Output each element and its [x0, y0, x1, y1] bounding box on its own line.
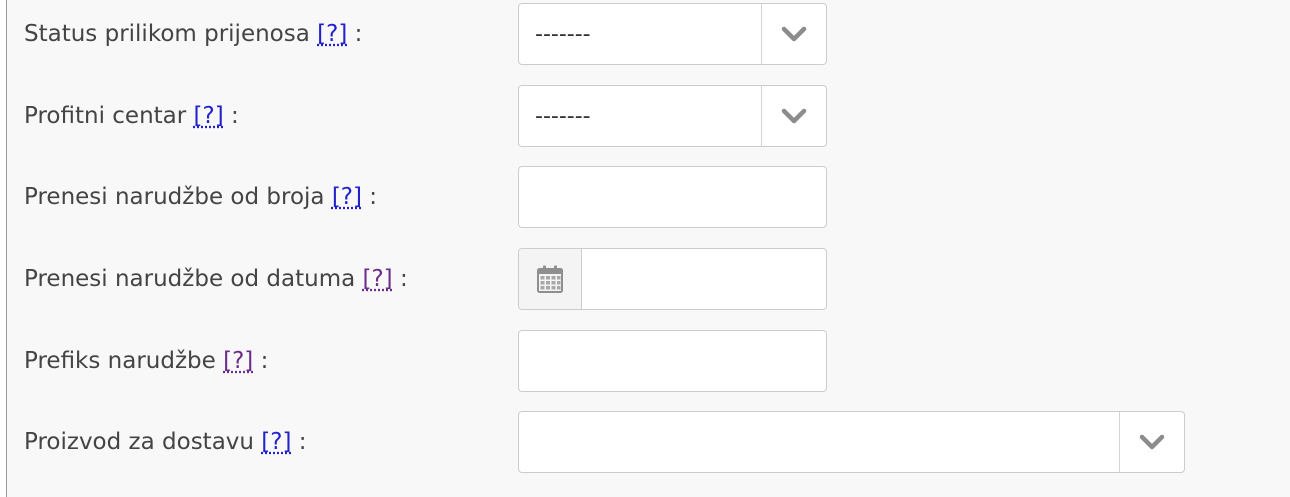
settings-form: Status prilikom prijenosa [?] : ------- …: [0, 0, 1290, 497]
from-number-input[interactable]: [518, 166, 827, 228]
help-link[interactable]: [?]: [261, 429, 291, 455]
help-link[interactable]: [?]: [332, 184, 362, 210]
label-colon: :: [399, 266, 408, 292]
profit-center-select[interactable]: -------: [518, 85, 827, 147]
label-colon: :: [354, 21, 363, 47]
form-row-profit-center: Profitni centar [?] : -------: [0, 85, 1290, 147]
order-prefix-input[interactable]: [518, 330, 827, 392]
select-toggle-button[interactable]: [761, 86, 826, 146]
field-label: Prenesi narudžbe od datuma [?] :: [24, 248, 408, 310]
transfer-status-select[interactable]: -------: [518, 3, 827, 65]
form-row-from-number: Prenesi narudžbe od broja [?] :: [0, 166, 1290, 228]
from-date-field: [518, 248, 827, 310]
field-label: Status prilikom prijenosa [?] :: [24, 3, 362, 65]
field-label-text: Profitni centar: [24, 103, 187, 129]
field-label: Prefiks narudžbe [?] :: [24, 330, 268, 392]
field-label-text: Status prilikom prijenosa: [24, 21, 310, 47]
input-value: [519, 331, 826, 391]
help-link[interactable]: [?]: [363, 266, 393, 292]
field-label-text: Proizvod za dostavu: [24, 429, 254, 455]
label-colon: :: [369, 184, 378, 210]
select-toggle-button[interactable]: [1119, 412, 1184, 472]
calendar-icon: [537, 265, 563, 293]
help-link[interactable]: [?]: [317, 21, 347, 47]
label-colon: :: [298, 429, 307, 455]
form-row-from-date: Prenesi narudžbe od datuma [?] :: [0, 248, 1290, 310]
select-value: -------: [535, 22, 591, 47]
date-picker-button[interactable]: [519, 249, 582, 309]
form-row-order-prefix: Prefiks narudžbe [?] :: [0, 330, 1290, 392]
select-value: -------: [535, 104, 591, 129]
label-colon: :: [231, 103, 239, 129]
form-row-transfer-status: Status prilikom prijenosa [?] : -------: [0, 3, 1290, 65]
field-label: Profitni centar [?] :: [24, 85, 239, 147]
input-value: [519, 167, 826, 227]
field-label: Proizvod za dostavu [?] :: [24, 411, 307, 473]
help-link[interactable]: [?]: [194, 103, 224, 129]
field-label-text: Prenesi narudžbe od datuma: [24, 266, 356, 292]
chevron-down-icon: [1139, 434, 1165, 450]
field-label-text: Prenesi narudžbe od broja: [24, 184, 325, 210]
help-link[interactable]: [?]: [223, 348, 253, 374]
field-label: Prenesi narudžbe od broja [?] :: [24, 166, 377, 228]
delivery-product-select[interactable]: [518, 411, 1185, 473]
chevron-down-icon: [781, 108, 807, 124]
label-colon: :: [260, 348, 269, 374]
chevron-down-icon: [781, 26, 807, 42]
select-toggle-button[interactable]: [761, 4, 826, 64]
field-label-text: Prefiks narudžbe: [24, 348, 216, 374]
from-date-input[interactable]: [582, 249, 826, 309]
form-row-delivery-product: Proizvod za dostavu [?] :: [0, 411, 1290, 473]
